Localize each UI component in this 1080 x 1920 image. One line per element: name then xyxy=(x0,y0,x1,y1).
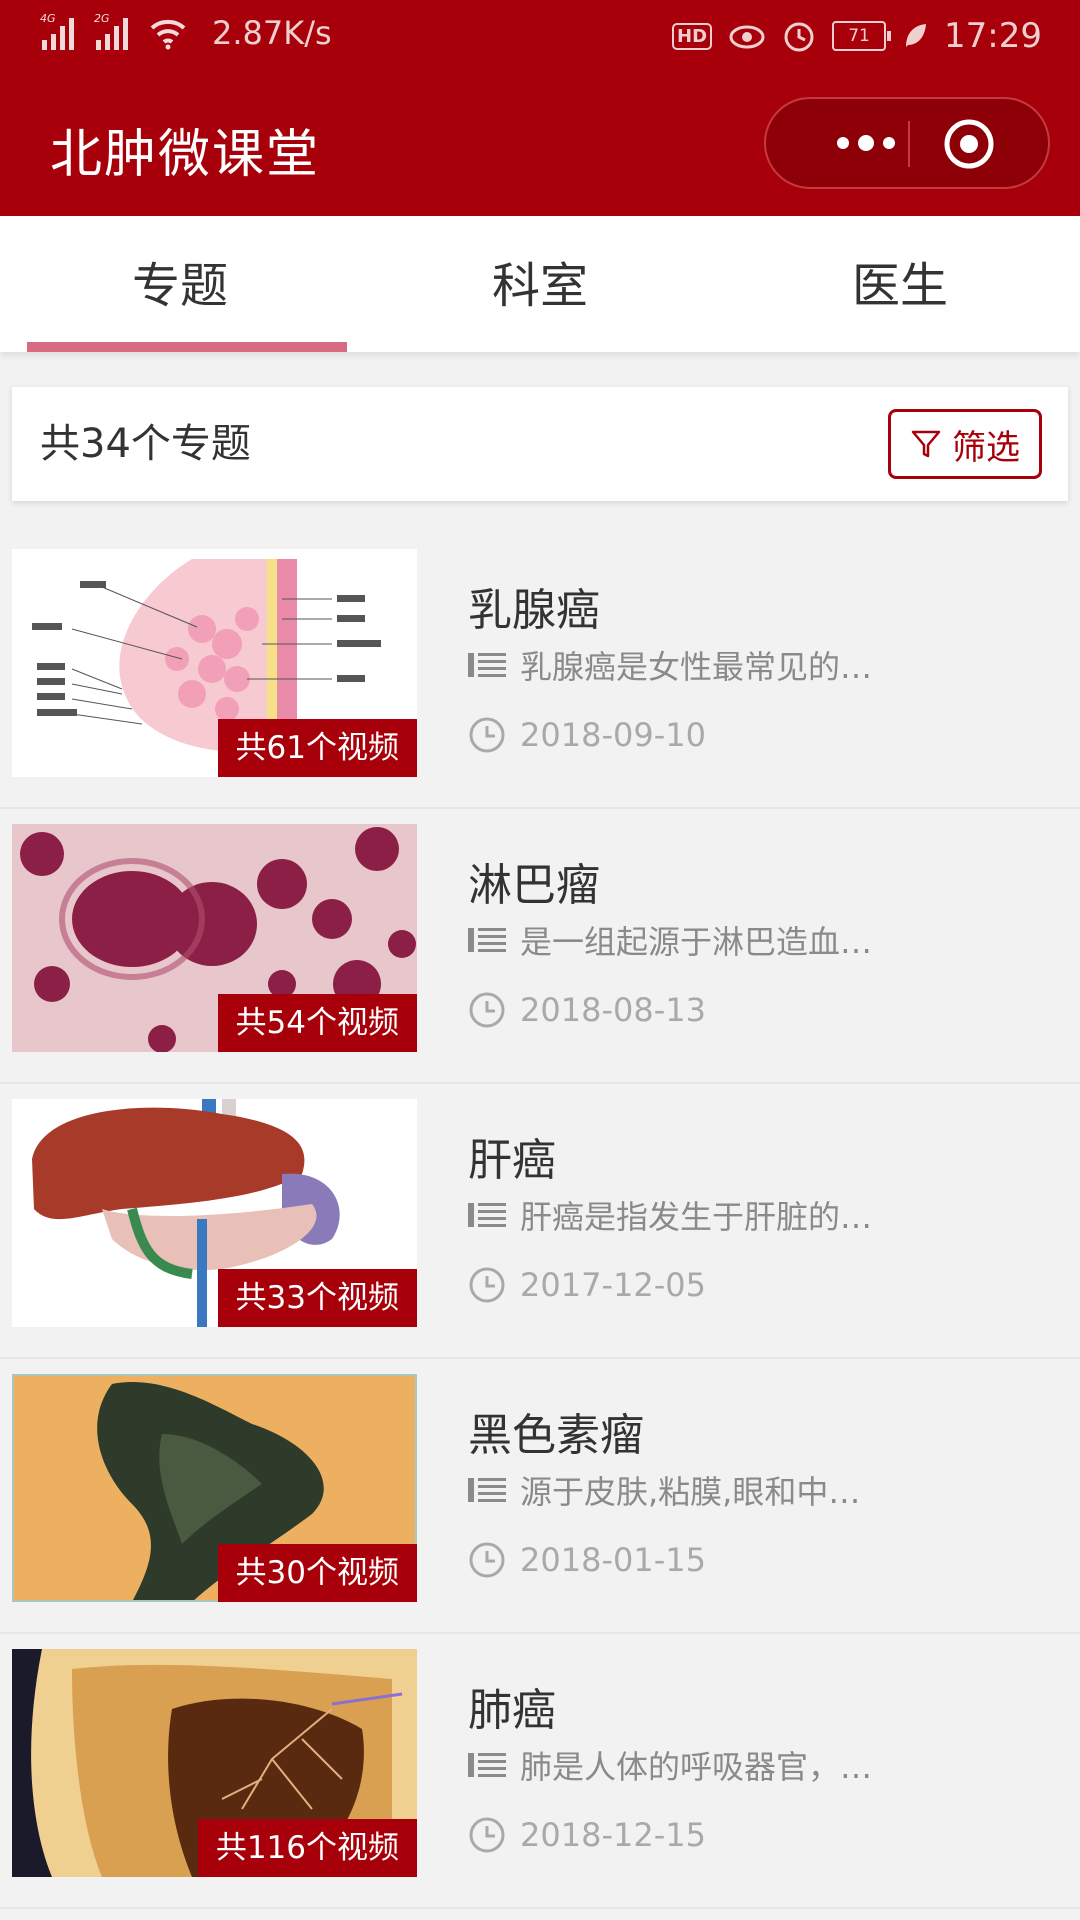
alarm-icon xyxy=(784,22,814,52)
topic-name: 肺癌 xyxy=(468,1685,556,1736)
video-count-badge: 共54个视频 xyxy=(217,994,417,1052)
tab-doctors-label: 医生 xyxy=(851,258,948,314)
topic-date-text: 2018-08-13 xyxy=(520,991,706,1029)
video-count-badge: 共116个视频 xyxy=(197,1819,417,1877)
liver-anatomy-image: 共33个视频 xyxy=(12,1099,417,1327)
page-title: 北肿微课堂 xyxy=(50,125,321,185)
list-icon xyxy=(468,653,506,677)
topic-date-text: 2017-12-05 xyxy=(520,1266,706,1304)
filter-bar: 共34个专题 筛选 xyxy=(12,387,1068,501)
topic-description: 肝癌是指发生于肝脏的… xyxy=(468,1192,872,1238)
network-type-2: 2G xyxy=(94,12,110,25)
topic-description-text: 肝癌是指发生于肝脏的… xyxy=(520,1198,873,1236)
melanoma-skin-image: 共30个视频 xyxy=(12,1374,417,1602)
topic-name: 黑色素瘤 xyxy=(468,1410,644,1461)
topic-date: 2017-12-05 xyxy=(468,1266,706,1304)
wifi-icon xyxy=(150,19,186,50)
network-speed: 2.87K/s xyxy=(212,14,332,52)
video-count-badge: 共33个视频 xyxy=(217,1269,417,1327)
topic-date: 2018-09-10 xyxy=(468,716,706,754)
clock-icon xyxy=(469,1542,505,1578)
active-tab-indicator xyxy=(27,342,347,352)
topic-description-text: 是一组起源于淋巴造血… xyxy=(520,923,873,961)
video-count-badge: 共61个视频 xyxy=(217,719,417,777)
list-item[interactable]: 共30个视频 黑色素瘤 源于皮肤,粘膜,眼和中… 2018-01-15 xyxy=(0,1359,1080,1634)
clock-icon xyxy=(469,992,505,1028)
list-item[interactable]: 共54个视频 淋巴瘤 是一组起源于淋巴造血… 2018-08-13 xyxy=(0,809,1080,1084)
list-item[interactable]: 共61个视频 乳腺癌 乳腺癌是女性最常见的… 2018-09-10 xyxy=(0,534,1080,809)
topic-name: 淋巴瘤 xyxy=(468,860,600,911)
capsule-divider xyxy=(908,121,910,167)
topic-description-text: 源于皮肤,粘膜,眼和中… xyxy=(520,1473,861,1511)
clock-icon xyxy=(469,1817,505,1853)
topic-date-text: 2018-01-15 xyxy=(520,1541,706,1579)
video-count-badge: 共30个视频 xyxy=(217,1544,417,1602)
tab-doctors[interactable]: 医生 xyxy=(720,216,1080,352)
topic-description: 是一组起源于淋巴造血… xyxy=(468,917,872,963)
topic-description: 肺是人体的呼吸器官，… xyxy=(468,1742,872,1788)
battery-icon: 71 xyxy=(832,21,892,51)
tab-departments[interactable]: 科室 xyxy=(360,216,720,352)
topic-description-text: 乳腺癌是女性最常见的… xyxy=(520,648,873,686)
tab-topics[interactable]: 专题 xyxy=(0,216,360,352)
status-bar: 4G 2G 2.87K/s HD 71 17:29 xyxy=(0,0,1080,75)
list-item[interactable]: 共116个视频 肺癌 肺是人体的呼吸器官，… 2018-12-15 xyxy=(0,1634,1080,1909)
topic-date: 2018-01-15 xyxy=(468,1541,706,1579)
lymphoma-cells-image: 共54个视频 xyxy=(12,824,417,1052)
network-type-1: 4G xyxy=(40,12,56,25)
topic-date-text: 2018-09-10 xyxy=(520,716,706,754)
app-header: 4G 2G 2.87K/s HD 71 17:29 北肿微课堂 xyxy=(0,0,1080,216)
list-icon xyxy=(468,1753,506,1777)
topic-description-text: 肺是人体的呼吸器官，… xyxy=(520,1748,873,1786)
topic-list: 共61个视频 乳腺癌 乳腺癌是女性最常见的… 2018-09-10 共54个视频… xyxy=(0,534,1080,1909)
clock-icon xyxy=(469,717,505,753)
signal-icon-2: 2G xyxy=(94,12,128,50)
topic-description: 源于皮肤,粘膜,眼和中… xyxy=(468,1467,860,1513)
list-icon xyxy=(468,1203,506,1227)
topic-description: 乳腺癌是女性最常见的… xyxy=(468,642,872,688)
signal-icon: 4G xyxy=(40,12,74,50)
topic-date-text: 2018-12-15 xyxy=(520,1816,706,1854)
topic-count: 共34个专题 xyxy=(40,421,251,467)
status-right: HD 71 17:29 xyxy=(672,16,1042,56)
breast-anatomy-image: 共61个视频 xyxy=(12,549,417,777)
clock-icon xyxy=(469,1267,505,1303)
filter-button-label: 筛选 xyxy=(952,427,1020,468)
list-item[interactable]: 共33个视频 肝癌 肝癌是指发生于肝脏的… 2017-12-05 xyxy=(0,1084,1080,1359)
clock-time: 17:29 xyxy=(944,16,1042,56)
funnel-icon xyxy=(911,430,941,458)
filter-button[interactable]: 筛选 xyxy=(888,409,1042,479)
topic-date: 2018-12-15 xyxy=(468,1816,706,1854)
topic-name: 乳腺癌 xyxy=(468,585,600,636)
lung-xray-image: 共116个视频 xyxy=(12,1649,417,1877)
miniprogram-capsule xyxy=(764,97,1050,189)
tab-departments-label: 科室 xyxy=(491,258,588,314)
topic-name: 肝癌 xyxy=(468,1135,556,1186)
status-left: 4G 2G 2.87K/s xyxy=(40,12,332,52)
eye-icon xyxy=(729,25,765,49)
topic-date: 2018-08-13 xyxy=(468,991,706,1029)
close-target-icon[interactable] xyxy=(942,117,996,171)
list-icon xyxy=(468,1478,506,1502)
tab-bar: 专题 科室 医生 xyxy=(0,216,1080,352)
hd-icon: HD xyxy=(672,22,713,50)
list-icon xyxy=(468,928,506,952)
leaf-icon xyxy=(906,24,927,47)
tab-topics-label: 专题 xyxy=(131,258,228,314)
